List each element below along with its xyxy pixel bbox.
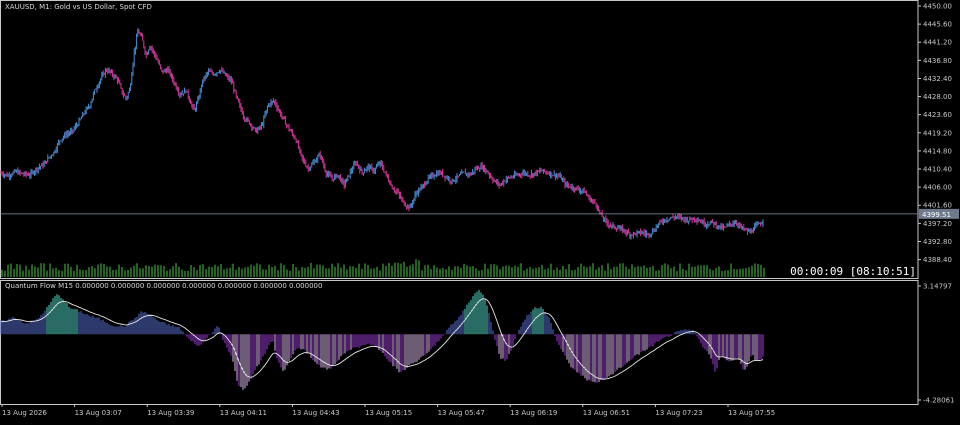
time-tick-label: 13 Aug 03:07 [75,409,122,417]
chart-frame [0,0,919,405]
price-tick-label: 4419.20 [923,129,952,137]
chart-canvas[interactable]: 4399.51 4450.00 4445.60 4441.20 4436.80 4432… [0,0,960,421]
current-price-label: 4399.51 [922,211,951,219]
time-tick-label: 13 Aug 05:47 [438,409,485,417]
time-tick-label: 13 Aug 07:55 [728,409,775,417]
current-price-line: 4399.51 [0,208,959,219]
price-tick-label: 4436.80 [923,57,952,65]
price-tick-label: 4414.80 [923,147,952,155]
indicator-tick-label: -4.28061 [923,397,954,405]
time-tick-label: 13 Aug 04:11 [220,409,267,417]
price-candles [0,28,764,240]
price-tick-label: 4423.60 [923,111,952,119]
trading-chart[interactable]: 4399.51 4450.00 4445.60 4441.20 4436.80 4432… [0,0,960,421]
price-tick-label: 4445.60 [923,21,952,29]
price-tick-label: 4406.00 [923,184,952,192]
price-tick-label: 4388.40 [923,256,952,264]
time-tick-label: 13 Aug 06:51 [583,409,630,417]
price-tick-label: 4441.20 [923,39,952,47]
price-tick-label: 4392.80 [923,238,952,246]
price-tick-label: 4432.40 [923,75,952,83]
indicator-histogram [0,290,764,390]
time-tick-label: 13 Aug 06:19 [510,409,557,417]
indicator-tick-label: 3.14797 [923,283,952,291]
time-tick-label: 13 Aug 2026 [2,409,47,417]
price-tick-label: 4410.40 [923,166,952,174]
axes: 4450.00 4445.60 4441.20 4436.80 4432.40 4428.… [1,3,954,417]
time-tick-label: 13 Aug 05:15 [365,409,412,417]
price-tick-label: 4397.20 [923,220,952,228]
time-tick-label: 13 Aug 04:43 [292,409,339,417]
time-tick-label: 13 Aug 03:39 [147,409,194,417]
main-pane-border [0,0,919,279]
indicator-pane-border [0,280,919,405]
price-tick-label: 4450.00 [923,3,952,11]
price-tick-label: 4428.00 [923,93,952,101]
volume-bars [1,259,765,277]
time-tick-label: 13 Aug 07:23 [655,409,702,417]
price-tick-label: 4401.60 [923,202,952,210]
